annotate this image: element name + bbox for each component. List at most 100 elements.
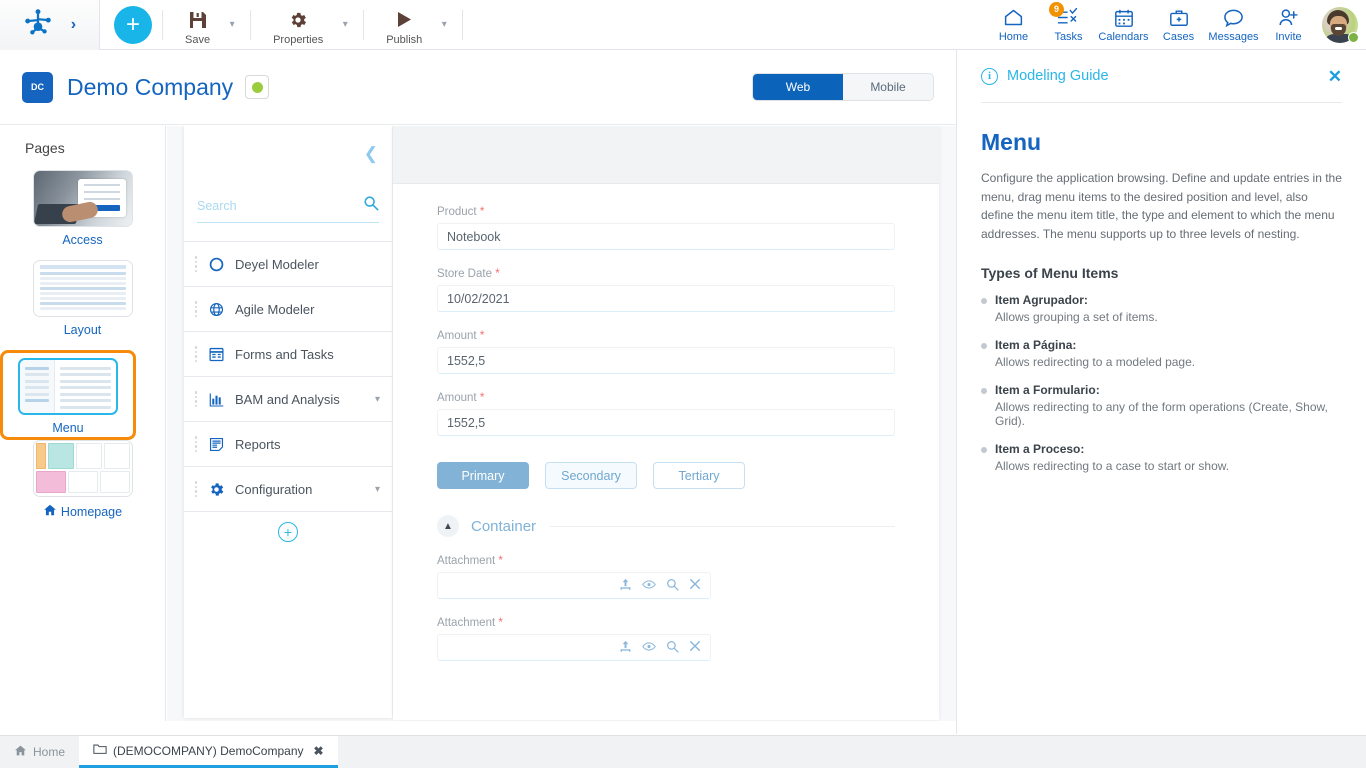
nav-messages[interactable]: Messages [1206, 0, 1261, 50]
guide-item-formulario: Item a Formulario: Allows redirecting to… [981, 383, 1342, 428]
primary-button[interactable]: Primary [437, 462, 529, 489]
menu-item-reports[interactable]: Reports [184, 422, 392, 467]
eye-icon[interactable] [642, 578, 656, 594]
sidebar-item-access[interactable]: Access [0, 170, 165, 247]
info-circle-icon: i [981, 67, 998, 85]
nav-invite[interactable]: Invite [1261, 0, 1316, 50]
sidebar-item-menu[interactable]: Menu [0, 350, 136, 440]
chevron-up-icon[interactable]: ▲ [437, 515, 459, 537]
toolbar-divider-3 [363, 9, 365, 40]
chevron-right-icon[interactable]: › [71, 16, 76, 33]
search-icon[interactable] [363, 195, 379, 216]
clear-x-icon[interactable] [689, 640, 701, 655]
product-input[interactable]: Notebook [437, 223, 895, 250]
bar-chart-icon [204, 391, 228, 408]
pages-sidebar: Pages Access Layout Menu Homepage [0, 126, 166, 721]
avatar[interactable] [1322, 6, 1359, 43]
properties-button[interactable]: Properties [261, 0, 335, 50]
chevron-down-icon[interactable]: ▾ [375, 394, 380, 405]
menu-item-forms-and-tasks[interactable]: Forms and Tasks [184, 332, 392, 377]
drag-handle-icon[interactable] [192, 256, 200, 272]
gear-icon [204, 481, 228, 498]
taskbar-tab-democompany[interactable]: (DEMOCOMPANY) DemoCompany ✖ [79, 736, 338, 768]
publish-button[interactable]: Publish [374, 0, 434, 50]
homepage-thumbnail [32, 440, 133, 497]
drag-handle-icon[interactable] [192, 301, 200, 317]
bullet-icon [981, 447, 987, 454]
menu-editor-pane: ❮ Deyel Modeler [184, 126, 392, 718]
tertiary-button[interactable]: Tertiary [653, 462, 745, 489]
menu-item-bam-and-analysis[interactable]: BAM and Analysis ▾ [184, 377, 392, 422]
required-marker: * [479, 392, 485, 404]
save-button[interactable]: Save [173, 0, 222, 50]
sidebar-item-homepage[interactable]: Homepage [0, 440, 165, 520]
deyel-node-logo-icon[interactable] [23, 7, 53, 42]
logo-zone[interactable]: › [0, 0, 100, 50]
circle-outline-icon [204, 256, 228, 273]
attachment-input-2[interactable] [437, 634, 711, 661]
search-icon[interactable] [666, 578, 679, 594]
guide-paragraph: Configure the application browsing. Defi… [981, 171, 1342, 241]
container-section-header: ▲ Container [437, 515, 895, 537]
field-product: Product * Notebook [437, 206, 895, 250]
chevron-left-icon[interactable]: ❮ [364, 145, 378, 162]
sidebar-item-layout[interactable]: Layout [0, 260, 165, 337]
required-marker: * [479, 206, 485, 218]
top-nav-group: Home 9 Tasks Calendars Cases Messages In… [986, 0, 1366, 50]
required-marker: * [498, 555, 503, 567]
nav-home[interactable]: Home [986, 0, 1041, 50]
nav-tasks-label: Tasks [1054, 30, 1083, 43]
close-icon[interactable]: ✖ [314, 744, 324, 758]
upload-icon[interactable] [619, 640, 632, 656]
nav-invite-label: Invite [1275, 30, 1302, 43]
chevron-down-icon[interactable]: ▾ [375, 484, 380, 495]
nav-cases-label: Cases [1162, 30, 1195, 43]
pages-title: Pages [25, 140, 65, 156]
required-marker: * [495, 268, 500, 280]
eye-icon[interactable] [642, 640, 656, 656]
menu-item-deyel-modeler[interactable]: Deyel Modeler [184, 242, 392, 287]
menu-item-agile-modeler[interactable]: Agile Modeler [184, 287, 392, 332]
field-label: Product * [437, 206, 485, 218]
search-input[interactable] [197, 198, 363, 213]
secondary-button[interactable]: Secondary [545, 462, 637, 489]
upload-icon[interactable] [619, 578, 632, 594]
amount-input-2[interactable]: 1552,5 [437, 409, 895, 436]
menu-item-configuration[interactable]: Configuration ▾ [184, 467, 392, 512]
amount-input-1[interactable]: 1552,5 [437, 347, 895, 374]
guide-panel-title: Modeling Guide [1007, 68, 1109, 84]
add-menu-item-button[interactable]: + [278, 522, 298, 542]
guide-header: i Modeling Guide ✕ [981, 50, 1342, 102]
play-triangle-icon [394, 9, 414, 31]
store-date-input[interactable]: 10/02/2021 [437, 285, 895, 312]
taskbar-home-button[interactable]: Home [0, 736, 79, 768]
nav-cases[interactable]: Cases [1151, 0, 1206, 50]
nav-calendars[interactable]: Calendars [1096, 0, 1151, 50]
menu-thumbnail [18, 358, 118, 415]
drag-handle-icon[interactable] [192, 481, 200, 497]
top-toolbar: › + Save ▾ Properties ▾ Publish ▾ Home 9… [0, 0, 1366, 50]
properties-label: Properties [273, 34, 324, 46]
taskbar-tab-label: (DEMOCOMPANY) DemoCompany [113, 743, 304, 758]
tab-web[interactable]: Web [753, 74, 843, 100]
drag-handle-icon[interactable] [192, 346, 200, 362]
drag-handle-icon[interactable] [192, 436, 200, 452]
properties-dropdown-chevron-down-icon[interactable]: ▾ [337, 19, 353, 30]
attachment-input-1[interactable] [437, 572, 711, 599]
close-icon[interactable]: ✕ [1328, 68, 1342, 85]
field-store-date: Store Date * 10/02/2021 [437, 268, 895, 312]
nav-tasks[interactable]: 9 Tasks [1041, 0, 1096, 50]
guide-item-desc: Allows redirecting to a case to start or… [995, 459, 1230, 474]
save-dropdown-chevron-down-icon[interactable]: ▾ [224, 19, 240, 30]
search-icon[interactable] [666, 640, 679, 656]
briefcase-icon [1169, 7, 1189, 29]
calendar-icon [1114, 7, 1134, 29]
clear-x-icon[interactable] [689, 578, 701, 593]
tab-mobile[interactable]: Mobile [843, 74, 933, 100]
add-button[interactable]: + [114, 5, 152, 44]
field-label: Amount * [437, 392, 485, 404]
drag-handle-icon[interactable] [192, 391, 200, 407]
guide-item-term: Item Agrupador: [995, 293, 1088, 308]
form-preview-pane: Product * Notebook Store Date * 10/02/20… [393, 126, 939, 720]
publish-dropdown-chevron-down-icon[interactable]: ▾ [436, 19, 452, 30]
